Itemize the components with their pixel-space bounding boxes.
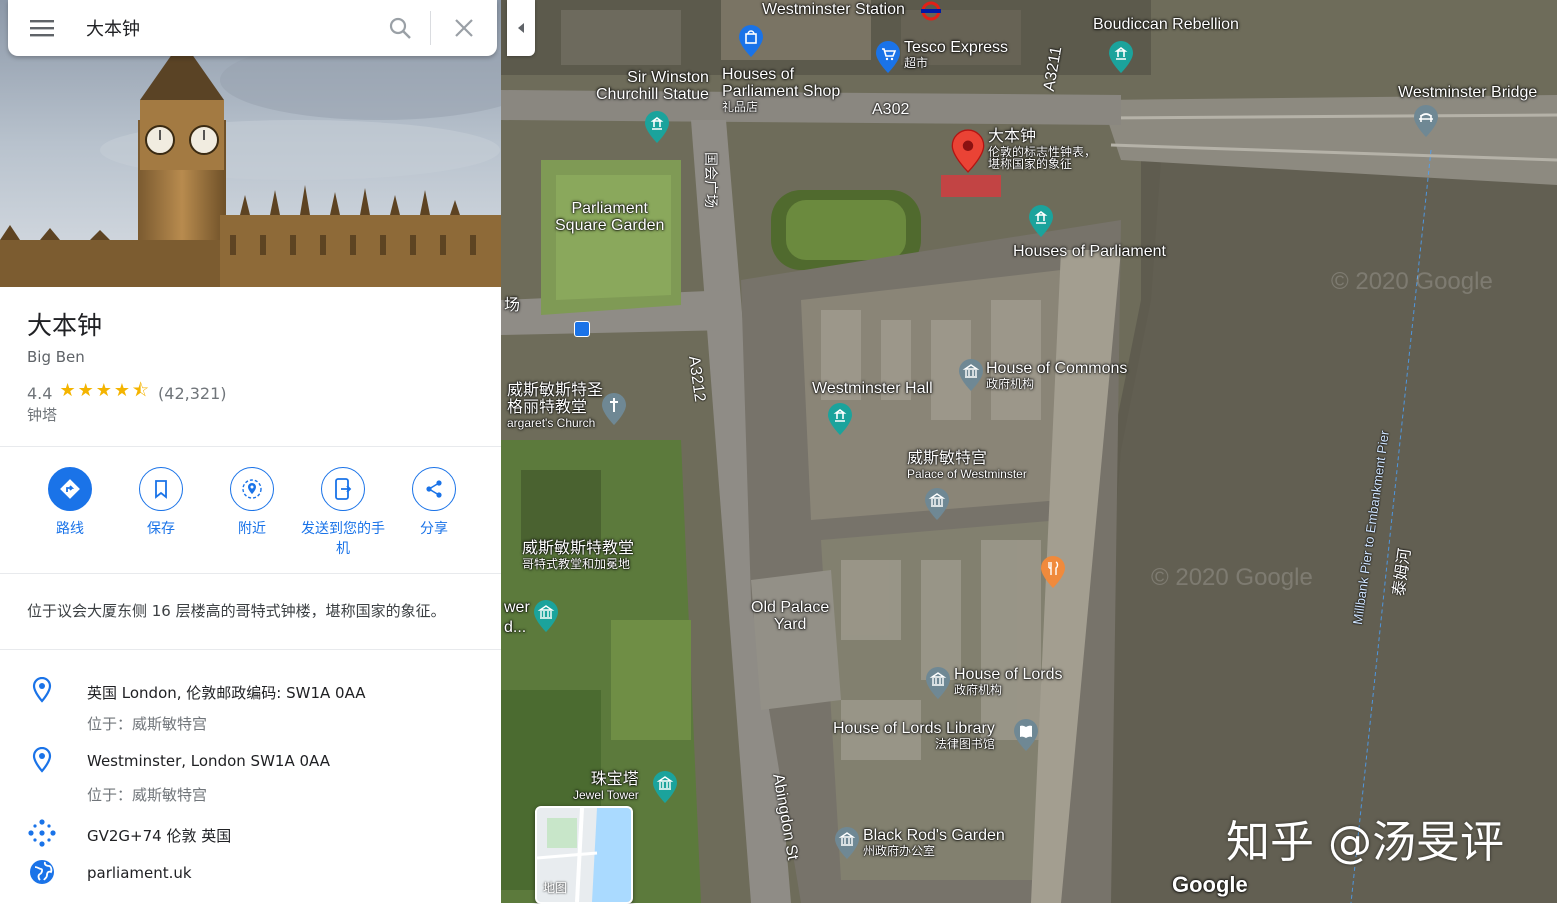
nearby-button[interactable]: 附近 <box>207 467 297 539</box>
google-logo: Google <box>1172 872 1248 897</box>
parliament-square-road-label: 国会广场 <box>703 152 719 208</box>
partial-label: wer <box>504 599 530 616</box>
museum-pin-icon[interactable] <box>652 770 678 804</box>
monument-pin-icon[interactable] <box>644 110 670 144</box>
website-link[interactable]: parliament.uk <box>87 864 192 882</box>
directions-label: 路线 <box>56 521 84 537</box>
collapse-panel-button[interactable] <box>507 0 535 56</box>
search-icon <box>389 17 411 39</box>
nearby-label: 附近 <box>238 521 266 537</box>
museum-pin-icon[interactable] <box>533 599 559 633</box>
big-ben-map-label[interactable]: 大本钟 伦敦的标志性钟表， 堪称国家的象征 <box>988 128 1096 171</box>
tesco-label[interactable]: Tesco Express 超市 <box>904 39 1008 69</box>
place-panel: 大本钟 Big Ben 4.4 ★★★★⯪ (42,321) 钟塔 路线 保存 <box>0 0 501 903</box>
chevron-left-icon <box>518 23 524 33</box>
send-to-phone-icon <box>335 478 352 500</box>
menu-button[interactable] <box>8 0 76 56</box>
address-located-in: 位于：威斯敏特宫 <box>87 786 208 804</box>
share-icon <box>426 480 442 498</box>
rating-stars[interactable]: ★★★★⯪ <box>59 378 151 408</box>
parliament-shop-label[interactable]: Houses of Parliament Shop 礼品店 <box>722 66 840 113</box>
shopping-pin-icon[interactable] <box>875 40 901 74</box>
search-input[interactable] <box>76 8 370 48</box>
underground-icon[interactable] <box>921 1 941 21</box>
place-title: 大本钟 <box>27 311 103 340</box>
house-of-commons-label[interactable]: House of Commons 政府机构 <box>986 360 1127 390</box>
parliament-square-garden-label[interactable]: Parliament Square Garden <box>555 200 664 235</box>
monument-pin-icon[interactable] <box>1028 204 1054 238</box>
review-count[interactable]: (42,321) <box>158 384 226 403</box>
send-to-phone-label: 发送到您的手机 <box>301 521 385 557</box>
road-a302-label: A302 <box>872 101 910 118</box>
directions-button[interactable]: 路线 <box>25 467 115 539</box>
library-pin-icon[interactable] <box>1013 718 1039 752</box>
bridge-pin-icon[interactable] <box>1413 104 1439 138</box>
search-box <box>8 0 497 56</box>
westminster-station-label[interactable]: Westminster Station <box>762 1 905 19</box>
address-located-in: 位于：威斯敏特宫 <box>87 715 208 733</box>
place-category[interactable]: 钟塔 <box>27 404 57 425</box>
location-pin-icon <box>28 676 56 704</box>
divider <box>0 446 501 447</box>
place-description: 位于议会大厦东侧 16 层楼高的哥特式钟楼，堪称国家的象征。 <box>27 602 446 620</box>
old-palace-yard-label[interactable]: Old Palace Yard <box>751 599 829 634</box>
hamburger-menu-icon <box>30 20 54 37</box>
watermark-text: 知乎 @汤旻评 <box>1226 817 1504 868</box>
save-label: 保存 <box>147 521 175 537</box>
save-button[interactable]: 保存 <box>116 467 206 539</box>
send-to-phone-button[interactable]: 发送到您的手机 <box>298 467 388 559</box>
boudiccan-label[interactable]: Boudiccan Rebellion <box>1093 16 1239 34</box>
westminster-bridge-label[interactable]: Westminster Bridge <box>1398 84 1537 102</box>
search-button[interactable] <box>370 0 430 56</box>
directions-icon <box>60 479 80 499</box>
houses-of-parliament-label[interactable]: Houses of Parliament <box>1013 243 1166 261</box>
place-subtitle: Big Ben <box>27 348 85 366</box>
house-of-lords-label[interactable]: House of Lords 政府机构 <box>954 666 1063 696</box>
churchill-statue-label[interactable]: Sir Winston Churchill Statue <box>596 69 709 104</box>
shopping-bag-pin-icon[interactable] <box>738 24 764 58</box>
map-type-toggle[interactable]: 地图 <box>535 806 633 904</box>
plus-code-icon <box>28 819 56 847</box>
westminster-abbey-label[interactable]: 威斯敏斯特教堂 哥特式教堂和加冕地 <box>522 540 634 570</box>
satellite-map[interactable]: © 2020 Google © 2020 Google A302 A3211 A… <box>501 0 1557 903</box>
address-text: Westminster, London SW1A 0AA <box>87 752 330 770</box>
st-margaret-church-label[interactable]: 威斯敏斯特圣 格丽特教堂 argaret's Church <box>507 382 603 429</box>
location-pin-icon <box>28 746 56 774</box>
map-copyright: © 2020 Google <box>1331 268 1493 295</box>
close-icon <box>455 19 473 37</box>
divider <box>0 573 501 574</box>
bookmark-icon <box>155 480 167 499</box>
government-pin-icon[interactable] <box>924 487 950 521</box>
selected-place-pin-icon[interactable] <box>951 128 985 174</box>
share-button[interactable]: 分享 <box>389 467 479 539</box>
map-type-label: 地图 <box>543 881 568 895</box>
palace-of-westminster-label[interactable]: 威斯敏特宫 Palace of Westminster <box>907 450 1027 480</box>
clear-search-button[interactable] <box>431 0 497 56</box>
nearby-icon <box>242 479 262 499</box>
westminster-hall-label[interactable]: Westminster Hall <box>812 380 933 398</box>
rating-value: 4.4 <box>27 383 53 403</box>
share-label: 分享 <box>420 521 448 537</box>
jewel-tower-label[interactable]: 珠宝塔 Jewel Tower <box>573 771 639 801</box>
monument-pin-icon[interactable] <box>1108 40 1134 74</box>
plus-code-text: GV2G+74 伦敦 英国 <box>87 827 232 845</box>
government-pin-icon[interactable] <box>925 666 951 700</box>
restaurant-pin-icon[interactable] <box>1040 555 1066 589</box>
monument-pin-icon[interactable] <box>827 402 853 436</box>
black-rods-garden-label[interactable]: Black Rod's Garden 州政府办公室 <box>863 827 1005 857</box>
partial-label: d... <box>504 619 527 636</box>
address-text: 英国 London, 伦敦邮政编码: SW1A 0AA <box>87 684 366 702</box>
government-pin-icon[interactable] <box>834 826 860 860</box>
globe-icon <box>28 858 56 886</box>
transit-stop-icon[interactable] <box>574 321 590 337</box>
partial-label: 场 <box>504 297 521 314</box>
map-copyright: © 2020 Google <box>1151 564 1313 591</box>
lords-library-label[interactable]: House of Lords Library 法律图书馆 <box>833 720 995 750</box>
church-pin-icon[interactable] <box>601 392 627 426</box>
government-pin-icon[interactable] <box>958 358 984 392</box>
divider <box>0 649 501 650</box>
